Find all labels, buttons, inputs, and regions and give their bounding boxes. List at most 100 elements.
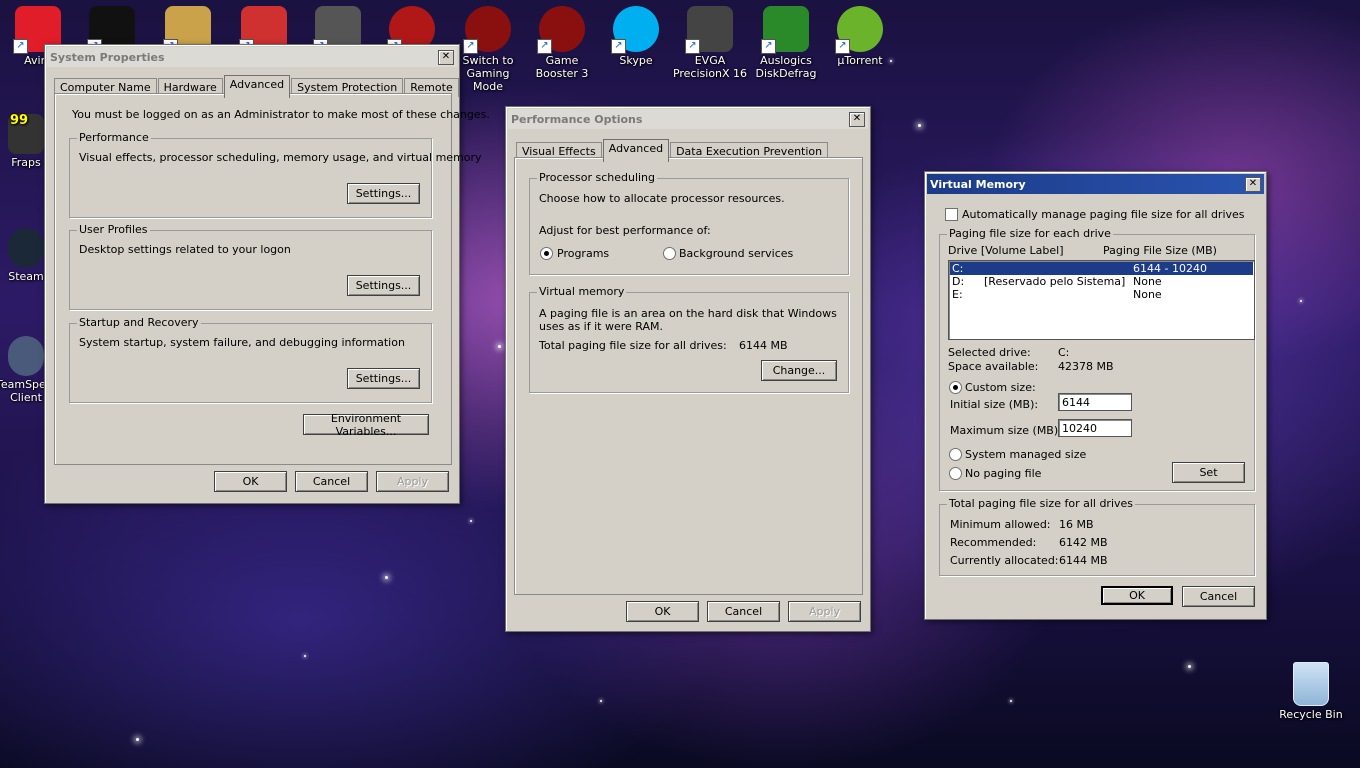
set-button[interactable]: Set xyxy=(1172,462,1245,483)
ok-button[interactable]: OK xyxy=(214,471,287,492)
desktop-icon[interactable]: ↗ EVGA PrecisionX 16 xyxy=(672,0,748,80)
fraps-icon: 99 xyxy=(8,114,44,154)
app-icon: ↗ xyxy=(463,6,511,54)
list-item[interactable]: D: [Reservado pelo Sistema] None xyxy=(950,275,1253,288)
background-services-radio[interactable] xyxy=(663,247,676,260)
shortcut-arrow-icon: ↗ xyxy=(761,39,776,54)
group-legend: Startup and Recovery xyxy=(77,316,201,329)
ok-button[interactable]: OK xyxy=(626,601,699,622)
programs-label: Programs xyxy=(557,247,610,260)
drive-letter: C: xyxy=(952,262,964,275)
close-icon[interactable]: ✕ xyxy=(1245,176,1261,192)
fraps-badge: 99 xyxy=(10,113,29,128)
group-legend: Paging file size for each drive xyxy=(947,227,1113,240)
system-managed-label: System managed size xyxy=(965,448,1087,461)
startup-recovery-settings-button[interactable]: Settings... xyxy=(347,368,420,389)
drive-label: [Reservado pelo Sistema] xyxy=(984,275,1126,288)
desktop-icon[interactable]: ↗ Auslogics DiskDefrag xyxy=(748,0,824,80)
environment-variables-button[interactable]: Environment Variables... xyxy=(303,412,429,438)
tab-advanced[interactable]: Advanced xyxy=(602,139,670,162)
desktop-icon[interactable]: ↗ Switch to Gaming Mode xyxy=(450,0,526,93)
performance-settings-button[interactable]: Settings... xyxy=(347,183,420,204)
no-paging-label: No paging file xyxy=(965,467,1042,480)
apply-button[interactable]: Apply xyxy=(788,601,861,622)
virtual-memory-group: Virtual memory A paging file is an area … xyxy=(529,285,849,393)
space-available-value: 42378 MB xyxy=(1058,360,1114,373)
shortcut-arrow-icon: ↗ xyxy=(13,39,28,54)
cancel-button[interactable]: Cancel xyxy=(707,601,780,622)
startup-recovery-group: Startup and Recovery System startup, sys… xyxy=(69,316,432,403)
list-item[interactable]: E: None xyxy=(950,288,1253,301)
initial-size-label: Initial size (MB): xyxy=(950,398,1039,411)
app-icon: ↗ xyxy=(611,6,659,54)
close-icon[interactable]: ✕ xyxy=(849,111,865,127)
recycle-bin-icon xyxy=(1293,662,1329,706)
shortcut-arrow-icon: ↗ xyxy=(685,39,700,54)
drive-size: 6144 - 10240 xyxy=(1133,262,1207,275)
system-properties-titlebar[interactable]: System Properties ✕ xyxy=(47,47,457,67)
selected-drive-label: Selected drive: xyxy=(948,346,1031,359)
desktop-icon-label: Recycle Bin xyxy=(1279,708,1343,721)
window-title: Virtual Memory xyxy=(930,177,1026,191)
system-properties-window[interactable]: System Properties ✕ Computer Name Hardwa… xyxy=(44,44,490,504)
currently-allocated-label: Currently allocated: xyxy=(950,554,1059,567)
desktop-icon[interactable]: ↗ Game Booster 3 xyxy=(524,0,600,80)
desktop-icon-label: µTorrent xyxy=(837,54,883,67)
total-paging-label: Total paging file size for all drives: xyxy=(539,339,727,352)
advanced-tab-panel: You must be logged on as an Administrato… xyxy=(54,93,490,465)
advanced-tab-panel: Processor scheduling Choose how to alloc… xyxy=(514,157,863,595)
background-services-label: Background services xyxy=(679,247,794,260)
total-paging-group: Total paging file size for all drives Mi… xyxy=(939,497,1255,576)
admin-note: You must be logged on as an Administrato… xyxy=(72,108,490,121)
group-description: Visual effects, processor scheduling, me… xyxy=(79,151,482,164)
ok-button[interactable]: OK xyxy=(1101,586,1173,605)
no-paging-radio[interactable] xyxy=(949,467,962,480)
app-icon: ↗ xyxy=(835,6,883,54)
list-item[interactable]: C: 6144 - 10240 xyxy=(950,262,1253,275)
recommended-value: 6142 MB xyxy=(1059,536,1108,549)
tab-advanced[interactable]: Advanced xyxy=(223,75,291,98)
desktop-icon-recycle-bin[interactable]: Recycle Bin xyxy=(1273,656,1349,721)
adjust-label: Adjust for best performance of: xyxy=(539,224,711,237)
desktop-icon-label: EVGA PrecisionX 16 xyxy=(672,54,748,80)
desktop-icon-label: Auslogics DiskDefrag xyxy=(755,54,817,80)
change-button[interactable]: Change... xyxy=(761,360,837,381)
apply-button[interactable]: Apply xyxy=(376,471,449,492)
performance-group: Performance Visual effects, processor sc… xyxy=(69,131,482,218)
selected-drive-value: C: xyxy=(1058,346,1070,359)
shortcut-arrow-icon: ↗ xyxy=(537,39,552,54)
shortcut-arrow-icon: ↗ xyxy=(835,39,850,54)
window-title: System Properties xyxy=(50,50,165,64)
group-description: A paging file is an area on the hard dis… xyxy=(539,307,837,333)
space-available-label: Space available: xyxy=(948,360,1039,373)
user-profiles-settings-button[interactable]: Settings... xyxy=(347,275,420,296)
close-icon[interactable]: ✕ xyxy=(438,49,454,65)
auto-manage-checkbox[interactable] xyxy=(945,208,958,221)
desktop-icon-label: Game Booster 3 xyxy=(535,54,589,80)
column-drive-header: Drive [Volume Label] xyxy=(948,244,1064,257)
drive-size: None xyxy=(1133,288,1162,301)
group-legend: Performance xyxy=(77,131,151,144)
app-icon: ↗ xyxy=(685,6,733,54)
shortcut-arrow-icon: ↗ xyxy=(611,39,626,54)
custom-size-radio[interactable] xyxy=(949,381,962,394)
cancel-button[interactable]: Cancel xyxy=(295,471,368,492)
drive-size: None xyxy=(1133,275,1162,288)
initial-size-input[interactable]: 6144 xyxy=(1058,393,1132,411)
performance-options-window[interactable]: Performance Options ✕ Visual Effects Adv… xyxy=(505,106,871,632)
drive-list[interactable]: C: 6144 - 10240 D: [Reservado pelo Siste… xyxy=(948,260,1255,340)
virtual-memory-titlebar[interactable]: Virtual Memory ✕ xyxy=(927,174,1264,194)
maximum-size-input[interactable]: 10240 xyxy=(1058,419,1132,437)
performance-options-titlebar[interactable]: Performance Options ✕ xyxy=(508,109,868,129)
app-icon: ↗ xyxy=(537,6,585,54)
programs-radio[interactable] xyxy=(540,247,553,260)
total-paging-value: 6144 MB xyxy=(739,339,788,352)
minimum-allowed-value: 16 MB xyxy=(1059,518,1094,531)
system-managed-radio[interactable] xyxy=(949,448,962,461)
processor-scheduling-group: Processor scheduling Choose how to alloc… xyxy=(529,171,849,275)
cancel-button[interactable]: Cancel xyxy=(1182,586,1255,607)
desktop-icon[interactable]: ↗ µTorrent xyxy=(822,0,898,67)
desktop-icon[interactable]: ↗ Skype xyxy=(598,0,674,67)
app-icon: ↗ xyxy=(761,6,809,54)
virtual-memory-window[interactable]: Virtual Memory ✕ Automatically manage pa… xyxy=(924,171,1267,620)
